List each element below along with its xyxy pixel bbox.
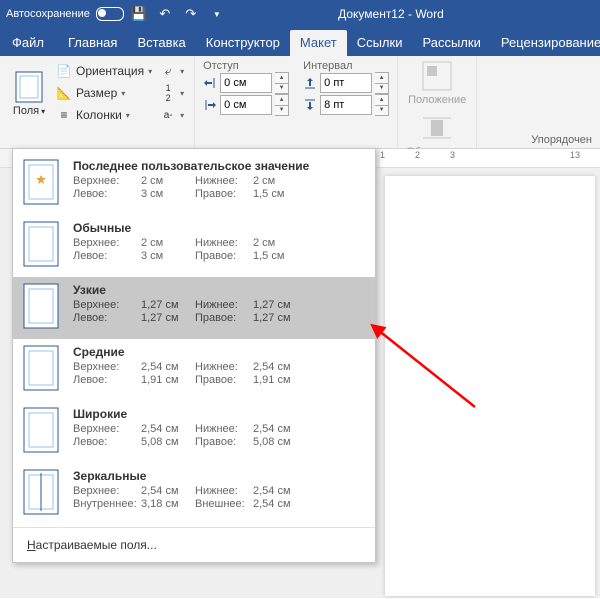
qat-dropdown-icon[interactable]: ▼ (206, 3, 228, 25)
indent-right-input[interactable] (220, 95, 272, 115)
tab-home[interactable]: Главная (58, 30, 127, 56)
redo-icon[interactable]: ↷ (180, 3, 202, 25)
option-title: Зеркальные (73, 469, 365, 483)
arrange-group-label: Упорядочен (531, 134, 592, 146)
margins-button[interactable]: Поля▾ (8, 60, 50, 128)
option-title: Широкие (73, 407, 365, 421)
spacing-after-icon (303, 98, 317, 112)
size-button[interactable]: 📐Размер▾ (54, 82, 154, 104)
indent-right-icon (203, 98, 217, 112)
margins-option[interactable]: ШирокиеВерхнее:2,54 смНижнее:2,54 смЛево… (13, 401, 375, 463)
spacing-before-spinner[interactable]: ▲▼ (375, 72, 389, 94)
position-icon (421, 60, 453, 92)
indent-left-icon (203, 76, 217, 90)
spacing-before-icon (303, 76, 317, 90)
breaks-button[interactable]: ⤶▾ (158, 60, 186, 82)
margins-option[interactable]: СредниеВерхнее:2,54 смНижнее:2,54 смЛево… (13, 339, 375, 401)
ribbon-tabs: Файл Главная Вставка Конструктор Макет С… (0, 28, 600, 56)
margin-thumb-icon (23, 283, 59, 329)
indent-left-spinner[interactable]: ▲▼ (275, 72, 289, 94)
indent-left-input[interactable] (220, 73, 272, 93)
indent-right-row: ▲▼ (203, 94, 289, 116)
title-bar: Автосохранение 💾 ↶ ↷ ▼ Документ12 - Word (0, 0, 600, 28)
chevron-down-icon: ▾ (180, 111, 184, 120)
position-button: Положение (406, 60, 468, 106)
document-title: Документ12 - Word (232, 7, 550, 21)
spacing-after-input[interactable] (320, 95, 372, 115)
line-numbers-icon: 12 (160, 85, 176, 101)
orientation-icon: 📄 (56, 63, 72, 79)
chevron-down-icon: ▾ (121, 89, 125, 98)
option-title: Средние (73, 345, 365, 359)
chevron-down-icon: ▾ (41, 107, 45, 116)
option-title: Узкие (73, 283, 365, 297)
tab-file[interactable]: Файл (2, 30, 54, 56)
margins-option[interactable]: ЗеркальныеВерхнее:2,54 смНижнее:2,54 смВ… (13, 463, 375, 525)
tab-mailings[interactable]: Рассылки (412, 30, 490, 56)
autosave-toggle[interactable]: Автосохранение (6, 7, 124, 21)
hyphenation-icon: a- (160, 107, 176, 123)
columns-button[interactable]: ≡Колонки▾ (54, 104, 154, 126)
columns-icon: ≡ (56, 107, 72, 123)
margin-thumb-icon (23, 469, 59, 515)
margins-dropdown: Последнее пользовательское значениеВерхн… (12, 148, 376, 563)
option-title: Последнее пользовательское значение (73, 159, 365, 173)
ribbon: Поля▾ 📄Ориентация▾ 📐Размер▾ ≡Колонки▾ ⤶▾… (0, 56, 600, 149)
document-page[interactable] (385, 176, 595, 596)
tab-insert[interactable]: Вставка (127, 30, 195, 56)
chevron-down-icon: ▾ (126, 111, 130, 120)
spacing-after-spinner[interactable]: ▲▼ (375, 94, 389, 116)
size-icon: 📐 (56, 85, 72, 101)
tab-references[interactable]: Ссылки (347, 30, 413, 56)
spacing-before-input[interactable] (320, 73, 372, 93)
margins-option[interactable]: Последнее пользовательское значениеВерхн… (13, 153, 375, 215)
margins-icon (15, 71, 43, 103)
undo-icon[interactable]: ↶ (154, 3, 176, 25)
spacing-title: Интервал (303, 58, 389, 72)
hyphenation-button[interactable]: a- ▾ (158, 104, 186, 126)
custom-margins-button[interactable]: Настраиваемые поля... (13, 530, 375, 562)
indent-left-row: ▲▼ (203, 72, 289, 94)
breaks-icon: ⤶ (160, 63, 176, 79)
chevron-down-icon: ▾ (180, 89, 184, 98)
spacing-before-row: ▲▼ (303, 72, 389, 94)
tab-layout[interactable]: Макет (290, 30, 347, 56)
orientation-button[interactable]: 📄Ориентация▾ (54, 60, 154, 82)
margin-thumb-icon (23, 221, 59, 267)
margin-thumb-icon (23, 345, 59, 391)
toggle-icon (96, 7, 124, 21)
indent-title: Отступ (203, 58, 289, 72)
line-numbers-button[interactable]: 12 ▾ (158, 82, 186, 104)
tab-design[interactable]: Конструктор (196, 30, 290, 56)
margins-option[interactable]: УзкиеВерхнее:1,27 смНижнее:1,27 смЛевое:… (13, 277, 375, 339)
chevron-down-icon: ▾ (180, 67, 184, 76)
tab-review[interactable]: Рецензирование (491, 30, 600, 56)
save-icon[interactable]: 💾 (128, 3, 150, 25)
chevron-down-icon: ▾ (148, 67, 152, 76)
margin-thumb-icon (23, 407, 59, 453)
spacing-after-row: ▲▼ (303, 94, 389, 116)
wrap-icon (421, 112, 453, 144)
margin-thumb-icon (23, 159, 59, 205)
margins-option[interactable]: ОбычныеВерхнее:2 смНижнее:2 смЛевое:3 см… (13, 215, 375, 277)
margins-label: Поля (13, 105, 39, 117)
indent-right-spinner[interactable]: ▲▼ (275, 94, 289, 116)
autosave-label: Автосохранение (6, 8, 90, 20)
option-title: Обычные (73, 221, 365, 235)
